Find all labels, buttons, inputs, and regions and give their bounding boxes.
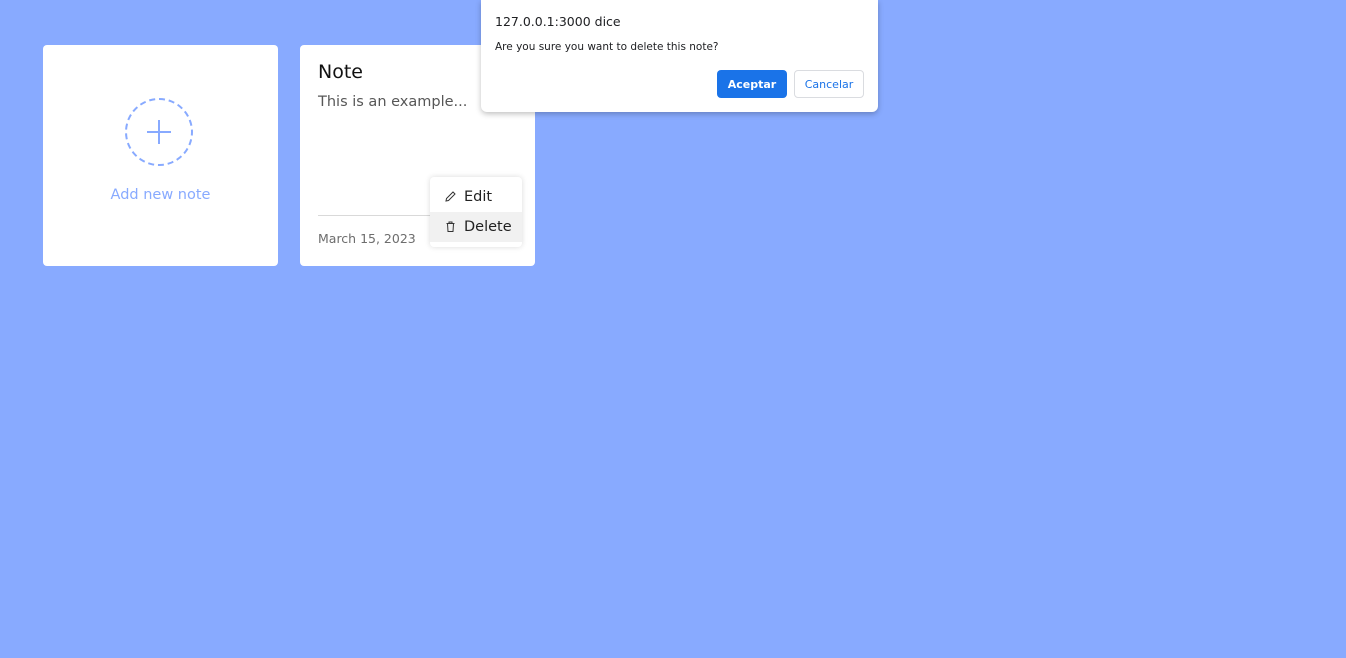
confirm-dialog: 127.0.0.1:3000 dice Are you sure you wan… xyxy=(481,0,878,112)
cancel-button[interactable]: Cancelar xyxy=(794,70,864,98)
trash-icon xyxy=(444,220,458,234)
menu-item-edit[interactable]: Edit xyxy=(430,182,522,212)
dialog-message: Are you sure you want to delete this not… xyxy=(495,41,719,53)
menu-item-delete-label: Delete xyxy=(464,219,512,235)
add-note-label: Add new note xyxy=(110,187,211,203)
add-note-circle[interactable] xyxy=(125,98,193,166)
plus-icon xyxy=(147,120,171,144)
notes-page: Add new note Note This is an example... … xyxy=(0,0,1346,658)
note-title: Note xyxy=(318,61,363,83)
note-context-menu: Edit Delete xyxy=(430,177,522,247)
dialog-origin: 127.0.0.1:3000 dice xyxy=(495,14,621,29)
add-note-card[interactable]: Add new note xyxy=(43,45,278,266)
menu-item-edit-label: Edit xyxy=(464,189,493,205)
pencil-icon xyxy=(444,190,458,204)
accept-button[interactable]: Aceptar xyxy=(717,70,787,98)
note-description: This is an example... xyxy=(318,94,468,110)
menu-item-delete[interactable]: Delete xyxy=(430,212,522,242)
note-date: March 15, 2023 xyxy=(318,231,416,246)
